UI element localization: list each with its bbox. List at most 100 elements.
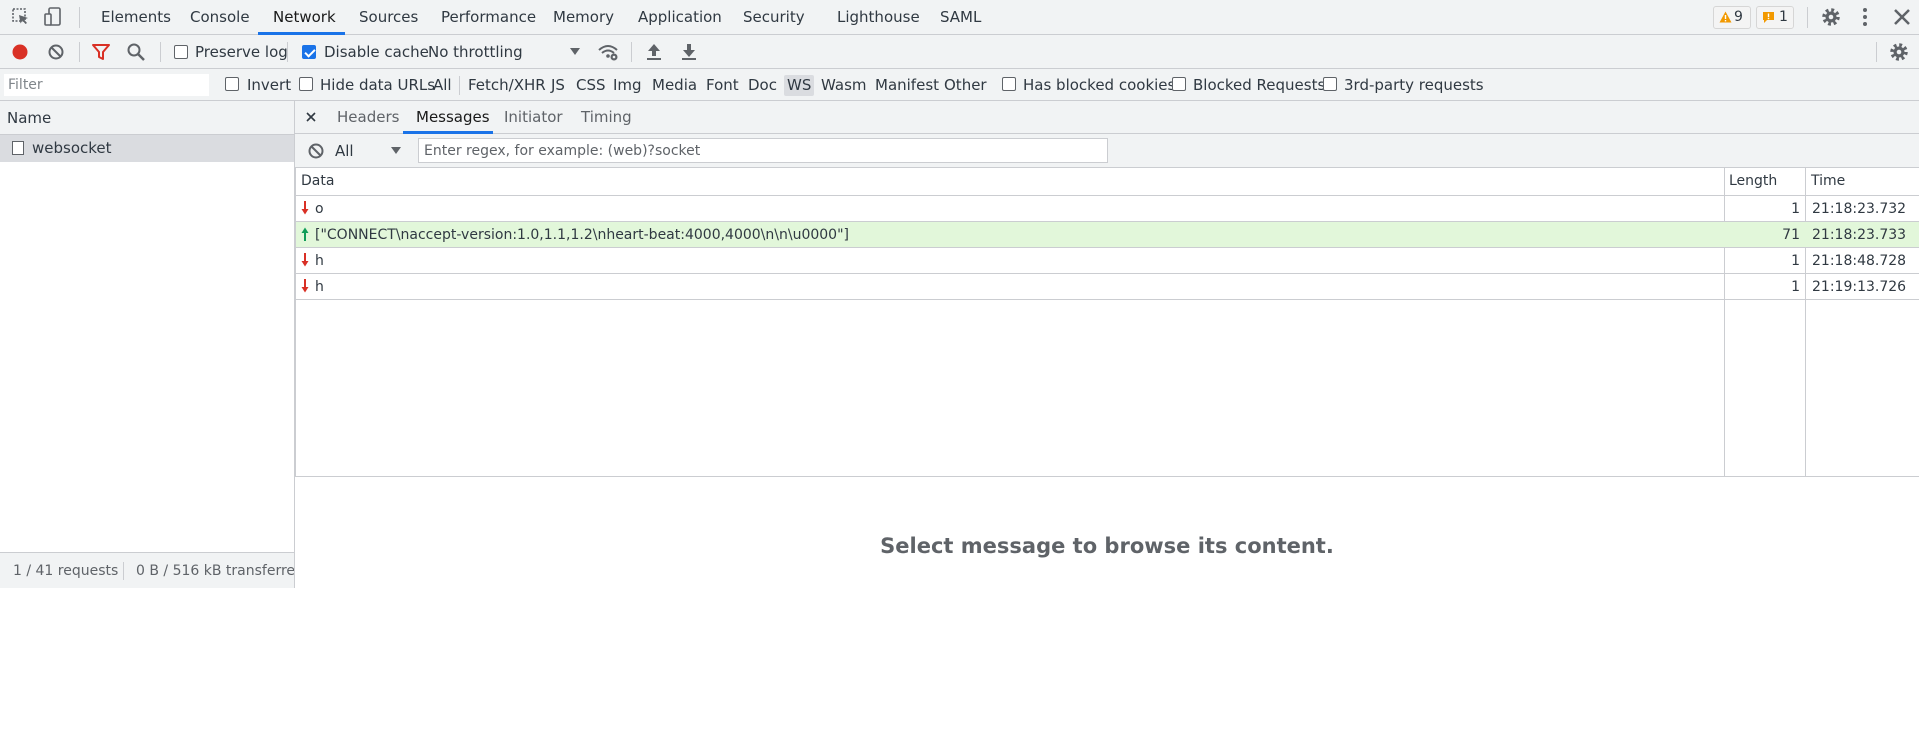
blocked-requests-label[interactable]: Blocked Requests: [1193, 75, 1325, 95]
throttling-value: No throttling: [428, 43, 523, 61]
request-count: 1 / 41 requests: [13, 563, 119, 579]
filter-bar: Invert Hide data URLs All Fetch/XHR JS C…: [0, 69, 1919, 101]
warnings-badge[interactable]: 9: [1713, 6, 1751, 29]
toolbar-separator: [79, 42, 80, 62]
message-time: 21:18:23.732: [1812, 201, 1907, 217]
preserve-log-checkbox[interactable]: [174, 45, 188, 59]
network-status-bar: 1 / 41 requests 0 B / 516 kB transferred: [0, 552, 294, 588]
status-separator: [123, 562, 124, 580]
type-filter-other[interactable]: Other: [941, 75, 990, 96]
name-column-header[interactable]: Name: [0, 101, 294, 135]
toolbar-separator: [631, 42, 632, 62]
tab-performance[interactable]: Performance: [441, 0, 536, 34]
data-column-header[interactable]: Data: [296, 168, 334, 195]
request-detail-panel: Headers Messages Initiator Timing All Da…: [295, 101, 1919, 588]
hide-data-urls-checkbox[interactable]: [299, 77, 313, 91]
tab-sources[interactable]: Sources: [359, 0, 418, 34]
tab-memory[interactable]: Memory: [553, 0, 614, 34]
disable-cache-label[interactable]: Disable cache: [324, 42, 429, 62]
type-filter-js[interactable]: JS: [548, 75, 568, 96]
import-har-icon[interactable]: [643, 41, 665, 63]
third-party-requests-label[interactable]: 3rd-party requests: [1344, 75, 1484, 95]
issues-badge[interactable]: 1: [1756, 6, 1794, 29]
issues-count: 1: [1779, 9, 1788, 25]
message-data: h: [315, 253, 324, 269]
length-column-header[interactable]: Length: [1724, 168, 1777, 195]
toolbar-separator: [287, 42, 288, 62]
message-row[interactable]: h 1 21:18:48.728: [296, 248, 1919, 274]
filter-icon[interactable]: [90, 41, 112, 63]
sent-arrow-icon: [301, 227, 309, 241]
toolbar-separator: [160, 42, 161, 62]
device-toolbar-icon[interactable]: [42, 6, 64, 28]
more-options-icon[interactable]: [1854, 6, 1876, 28]
preserve-log-label[interactable]: Preserve log: [195, 42, 288, 62]
received-arrow-icon: [301, 253, 309, 267]
tab-separator: [79, 7, 80, 28]
blocked-requests-checkbox[interactable]: [1172, 77, 1186, 91]
toolbar-separator: [1876, 42, 1877, 62]
tab-initiator[interactable]: Initiator: [504, 101, 563, 133]
tab-application[interactable]: Application: [638, 0, 722, 34]
hide-data-urls-label[interactable]: Hide data URLs: [320, 75, 435, 95]
export-har-icon[interactable]: [678, 41, 700, 63]
filter-separator: [459, 76, 460, 95]
third-party-requests-checkbox[interactable]: [1323, 77, 1337, 91]
tab-console[interactable]: Console: [190, 0, 250, 34]
tab-timing[interactable]: Timing: [581, 101, 632, 133]
type-filter-css[interactable]: CSS: [573, 75, 609, 96]
throttling-select[interactable]: No throttling: [426, 39, 586, 65]
message-time: 21:19:13.726: [1812, 279, 1907, 295]
regex-filter-input[interactable]: [418, 138, 1108, 163]
tab-lighthouse[interactable]: Lighthouse: [837, 0, 920, 34]
type-filter-manifest[interactable]: Manifest: [872, 75, 942, 96]
transferred-size: 0 B / 516 kB transferred: [136, 563, 294, 579]
type-filter-all[interactable]: All: [430, 75, 455, 96]
type-filter-font[interactable]: Font: [703, 75, 742, 96]
invert-label[interactable]: Invert: [247, 75, 291, 95]
disable-cache-checkbox[interactable]: [302, 45, 316, 59]
message-type-select[interactable]: All: [335, 138, 405, 164]
warning-icon: [1719, 11, 1732, 23]
type-filter-ws[interactable]: WS: [784, 75, 815, 96]
network-settings-gear-icon[interactable]: [1888, 41, 1910, 63]
time-column-header[interactable]: Time: [1806, 168, 1845, 195]
has-blocked-cookies-label[interactable]: Has blocked cookies: [1023, 75, 1175, 95]
tab-saml[interactable]: SAML: [940, 0, 981, 34]
tab-elements[interactable]: Elements: [101, 0, 171, 34]
settings-gear-icon[interactable]: [1820, 6, 1842, 28]
received-arrow-icon: [301, 201, 309, 215]
type-filter-doc[interactable]: Doc: [745, 75, 780, 96]
network-conditions-icon[interactable]: [597, 41, 619, 63]
message-length: 1: [1791, 201, 1800, 217]
clear-icon[interactable]: [45, 41, 67, 63]
received-arrow-icon: [301, 279, 309, 293]
message-time: 21:18:48.728: [1812, 253, 1907, 269]
tab-network[interactable]: Network: [273, 0, 336, 34]
filter-input[interactable]: [4, 74, 209, 96]
type-filter-wasm[interactable]: Wasm: [818, 75, 870, 96]
search-icon[interactable]: [125, 41, 147, 63]
message-length: 1: [1791, 279, 1800, 295]
tab-headers[interactable]: Headers: [337, 101, 399, 133]
message-row[interactable]: o 1 21:18:23.732: [296, 196, 1919, 222]
inspect-element-icon[interactable]: [10, 6, 32, 28]
tab-messages[interactable]: Messages: [416, 101, 490, 133]
clear-messages-icon[interactable]: [306, 141, 326, 161]
close-devtools-icon[interactable]: [1891, 6, 1913, 28]
tab-security[interactable]: Security: [743, 0, 805, 34]
message-row[interactable]: h 1 21:19:13.726: [296, 274, 1919, 300]
has-blocked-cookies-checkbox[interactable]: [1002, 77, 1016, 91]
record-icon[interactable]: [9, 41, 31, 63]
invert-checkbox[interactable]: [225, 77, 239, 91]
type-filter-img[interactable]: Img: [610, 75, 645, 96]
request-row[interactable]: websocket: [0, 135, 294, 162]
message-row[interactable]: ["CONNECT\naccept-version:1.0,1.1,1.2\nh…: [296, 222, 1919, 248]
type-filter-fetch-xhr[interactable]: Fetch/XHR: [465, 75, 549, 96]
close-detail-icon[interactable]: [303, 109, 319, 125]
messages-table: Data Length Time o 1 21:18:23.732 ["CONN…: [295, 168, 1919, 477]
network-toolbar: Preserve log Disable cache No throttling: [0, 35, 1919, 69]
message-filter-bar: All: [295, 134, 1919, 168]
type-filter-media[interactable]: Media: [649, 75, 700, 96]
message-data: o: [315, 201, 324, 217]
